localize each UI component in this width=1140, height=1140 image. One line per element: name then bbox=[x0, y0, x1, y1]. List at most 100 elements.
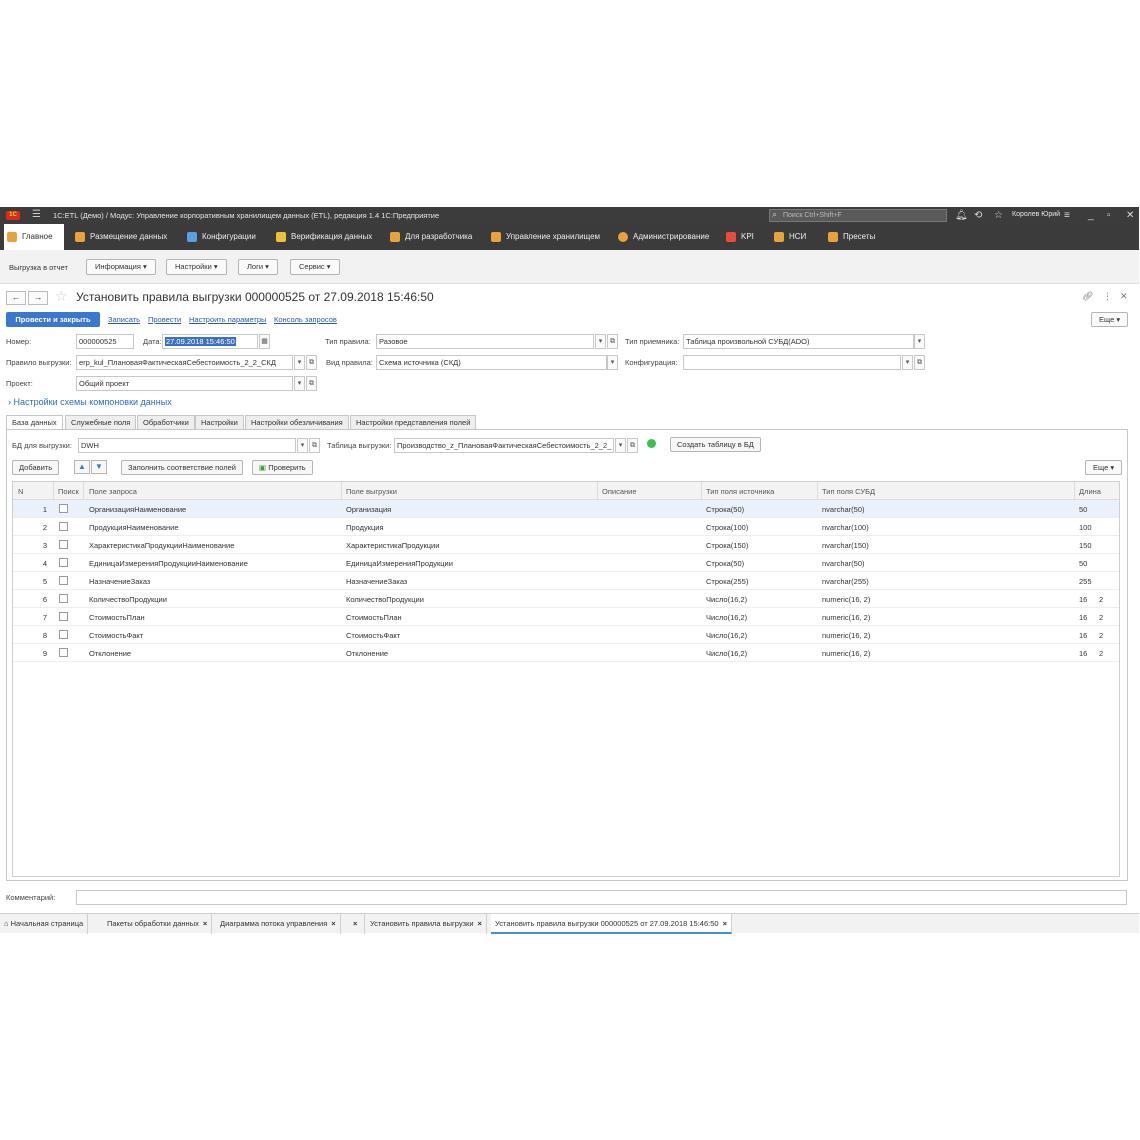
close-tab-icon[interactable]: × bbox=[203, 919, 207, 928]
cell-length[interactable]: 255 bbox=[1079, 577, 1092, 586]
search-checkbox[interactable] bbox=[59, 540, 68, 549]
cell-query-field[interactable]: ХарактеристикаПродукцииНаименование bbox=[89, 541, 234, 550]
configure-params-link[interactable]: Настроить параметры bbox=[189, 315, 266, 324]
tab-service-fields[interactable]: Служебные поля bbox=[65, 415, 137, 430]
rule-type-field[interactable]: Разовое bbox=[376, 334, 594, 349]
cell-length[interactable]: 16 bbox=[1079, 631, 1087, 640]
cell-length[interactable]: 16 bbox=[1079, 613, 1087, 622]
project-open-icon[interactable]: ⧉ bbox=[306, 376, 317, 391]
rule-kind-dropdown-icon[interactable]: ▾ bbox=[607, 355, 618, 370]
db-dropdown-icon[interactable]: ▾ bbox=[297, 438, 308, 453]
project-field[interactable]: Общий проект bbox=[76, 376, 293, 391]
composition-settings-expander[interactable]: › Настройки схемы компоновки данных bbox=[8, 397, 172, 407]
cell-unload-field[interactable]: СтоимостьФакт bbox=[346, 631, 400, 640]
table-open-icon[interactable]: ⧉ bbox=[627, 438, 638, 453]
more-vertical-icon[interactable]: ⋮ bbox=[1103, 291, 1112, 302]
col-n[interactable]: N bbox=[18, 487, 23, 496]
close-tab-icon[interactable]: × bbox=[331, 919, 335, 928]
post-and-close-button[interactable]: Провести и закрыть bbox=[6, 312, 100, 327]
cell-query-field[interactable]: ПродукцияНаименование bbox=[89, 523, 179, 532]
cell-source-type[interactable]: Число(16,2) bbox=[706, 649, 747, 658]
cell-source-type[interactable]: Число(16,2) bbox=[706, 595, 747, 604]
configuration-field[interactable] bbox=[683, 355, 901, 370]
table-field[interactable]: Производство_z_ПлановаяФактическаяСебест… bbox=[394, 438, 614, 453]
search-checkbox[interactable] bbox=[59, 504, 68, 513]
section-storage-management[interactable]: Управление хранилищем bbox=[488, 224, 600, 250]
cell-dbms-type[interactable]: numeric(16, 2) bbox=[822, 613, 870, 622]
table-row[interactable]: 6 КоличествоПродукции КоличествоПродукци… bbox=[13, 590, 1119, 608]
global-search-input[interactable]: ⌕ Поиск Ctrl+Shift+F bbox=[769, 209, 947, 222]
cell-unload-field[interactable]: Отклонение bbox=[346, 649, 388, 658]
close-window-icon[interactable]: ✕ bbox=[1126, 209, 1134, 222]
tab-field-representation[interactable]: Настройки представления полей bbox=[350, 415, 477, 430]
table-row[interactable]: 9 Отклонение Отклонение Число(16,2) nume… bbox=[13, 644, 1119, 662]
cell-length[interactable]: 50 bbox=[1079, 505, 1087, 514]
cell-dbms-type[interactable]: numeric(16, 2) bbox=[822, 649, 870, 658]
search-checkbox[interactable] bbox=[59, 576, 68, 585]
table-row[interactable]: 8 СтоимостьФакт СтоимостьФакт Число(16,2… bbox=[13, 626, 1119, 644]
add-row-button[interactable]: Добавить bbox=[12, 460, 60, 475]
cell-source-type[interactable]: Строка(50) bbox=[706, 559, 744, 568]
cell-source-type[interactable]: Число(16,2) bbox=[706, 631, 747, 640]
window-tab-control-flow[interactable]: Диаграмма потока управления × bbox=[216, 914, 341, 934]
col-dbms-type[interactable]: Тип поля СУБД bbox=[822, 487, 875, 496]
section-presets[interactable]: Пресеты bbox=[825, 224, 875, 250]
tab-database[interactable]: База данных bbox=[6, 415, 63, 430]
service-menu-button[interactable]: Сервис ▾ bbox=[290, 259, 340, 275]
db-open-icon[interactable]: ⧉ bbox=[309, 438, 320, 453]
cell-unload-field[interactable]: НазначениеЗаказ bbox=[346, 577, 407, 586]
create-table-button[interactable]: Создать таблицу в БД bbox=[670, 437, 761, 452]
close-tab-icon[interactable]: × bbox=[353, 919, 357, 928]
unload-rule-field[interactable]: erp_kul_ПлановаяФактическаяСебестоимость… bbox=[76, 355, 293, 370]
fill-mapping-button[interactable]: Заполнить соответствие полей bbox=[121, 460, 243, 475]
cell-precision[interactable]: 2 bbox=[1099, 649, 1103, 658]
export-report-link[interactable]: Выгрузка в отчет bbox=[9, 263, 68, 272]
cell-query-field[interactable]: ЕдиницаИзмеренияПродукцииНаименование bbox=[89, 559, 248, 568]
section-main[interactable]: Главное bbox=[4, 224, 64, 250]
cell-source-type[interactable]: Строка(255) bbox=[706, 577, 748, 586]
search-checkbox[interactable] bbox=[59, 558, 68, 567]
section-administration[interactable]: Администрирование bbox=[615, 224, 709, 250]
main-menu-icon[interactable]: ☰ bbox=[32, 210, 42, 220]
receiver-type-dropdown-icon[interactable]: ▾ bbox=[914, 334, 925, 349]
cell-dbms-type[interactable]: nvarchar(50) bbox=[822, 505, 865, 514]
history-icon[interactable]: ⟲ bbox=[974, 209, 982, 222]
calendar-icon[interactable]: ▦ bbox=[259, 334, 270, 349]
col-unload-field[interactable]: Поле выгрузки bbox=[346, 487, 397, 496]
section-nsi[interactable]: НСИ bbox=[771, 224, 806, 250]
cell-dbms-type[interactable]: numeric(16, 2) bbox=[822, 595, 870, 604]
cell-precision[interactable]: 2 bbox=[1099, 613, 1103, 622]
user-name[interactable]: Королев Юрий bbox=[1012, 211, 1060, 218]
close-form-icon[interactable]: ✕ bbox=[1120, 291, 1128, 302]
window-tab-processing-packages[interactable]: Пакеты обработки данных × bbox=[103, 914, 213, 934]
rule-kind-field[interactable]: Схема источника (СКД) bbox=[376, 355, 607, 370]
search-checkbox[interactable] bbox=[59, 612, 68, 621]
forward-button[interactable]: → bbox=[28, 291, 48, 305]
comment-field[interactable] bbox=[76, 890, 1127, 905]
settings-menu-icon[interactable]: ≡ bbox=[1064, 209, 1070, 222]
info-menu-button[interactable]: Информация ▾ bbox=[86, 259, 156, 275]
window-tab-home[interactable]: ⌂ Начальная страница bbox=[0, 914, 89, 934]
tab-anonymization[interactable]: Настройки обезличивания bbox=[245, 415, 349, 430]
configuration-open-icon[interactable]: ⧉ bbox=[914, 355, 925, 370]
window-tab-unload-rules[interactable]: Установить правила выгрузки × bbox=[366, 914, 487, 934]
project-dropdown-icon[interactable]: ▾ bbox=[294, 376, 305, 391]
search-checkbox[interactable] bbox=[59, 522, 68, 531]
unload-rule-dropdown-icon[interactable]: ▾ bbox=[294, 355, 305, 370]
favorite-star-icon[interactable]: ☆ bbox=[55, 288, 68, 305]
cell-precision[interactable]: 2 bbox=[1099, 631, 1103, 640]
table-dropdown-icon[interactable]: ▾ bbox=[615, 438, 626, 453]
table-row[interactable]: 7 СтоимостьПлан СтоимостьПлан Число(16,2… bbox=[13, 608, 1119, 626]
cell-source-type[interactable]: Строка(150) bbox=[706, 541, 748, 550]
cell-unload-field[interactable]: Организация bbox=[346, 505, 391, 514]
section-configurations[interactable]: Конфигурации bbox=[184, 224, 256, 250]
cell-length[interactable]: 16 bbox=[1079, 595, 1087, 604]
number-field[interactable]: 000000525 bbox=[76, 334, 134, 349]
search-checkbox[interactable] bbox=[59, 594, 68, 603]
table-row[interactable]: 2 ПродукцияНаименование Продукция Строка… bbox=[13, 518, 1119, 536]
write-link[interactable]: Записать bbox=[108, 315, 140, 324]
cell-source-type[interactable]: Строка(100) bbox=[706, 523, 748, 532]
cell-dbms-type[interactable]: numeric(16, 2) bbox=[822, 631, 870, 640]
cell-precision[interactable]: 2 bbox=[1099, 595, 1103, 604]
col-search[interactable]: Поиск bbox=[58, 487, 79, 496]
